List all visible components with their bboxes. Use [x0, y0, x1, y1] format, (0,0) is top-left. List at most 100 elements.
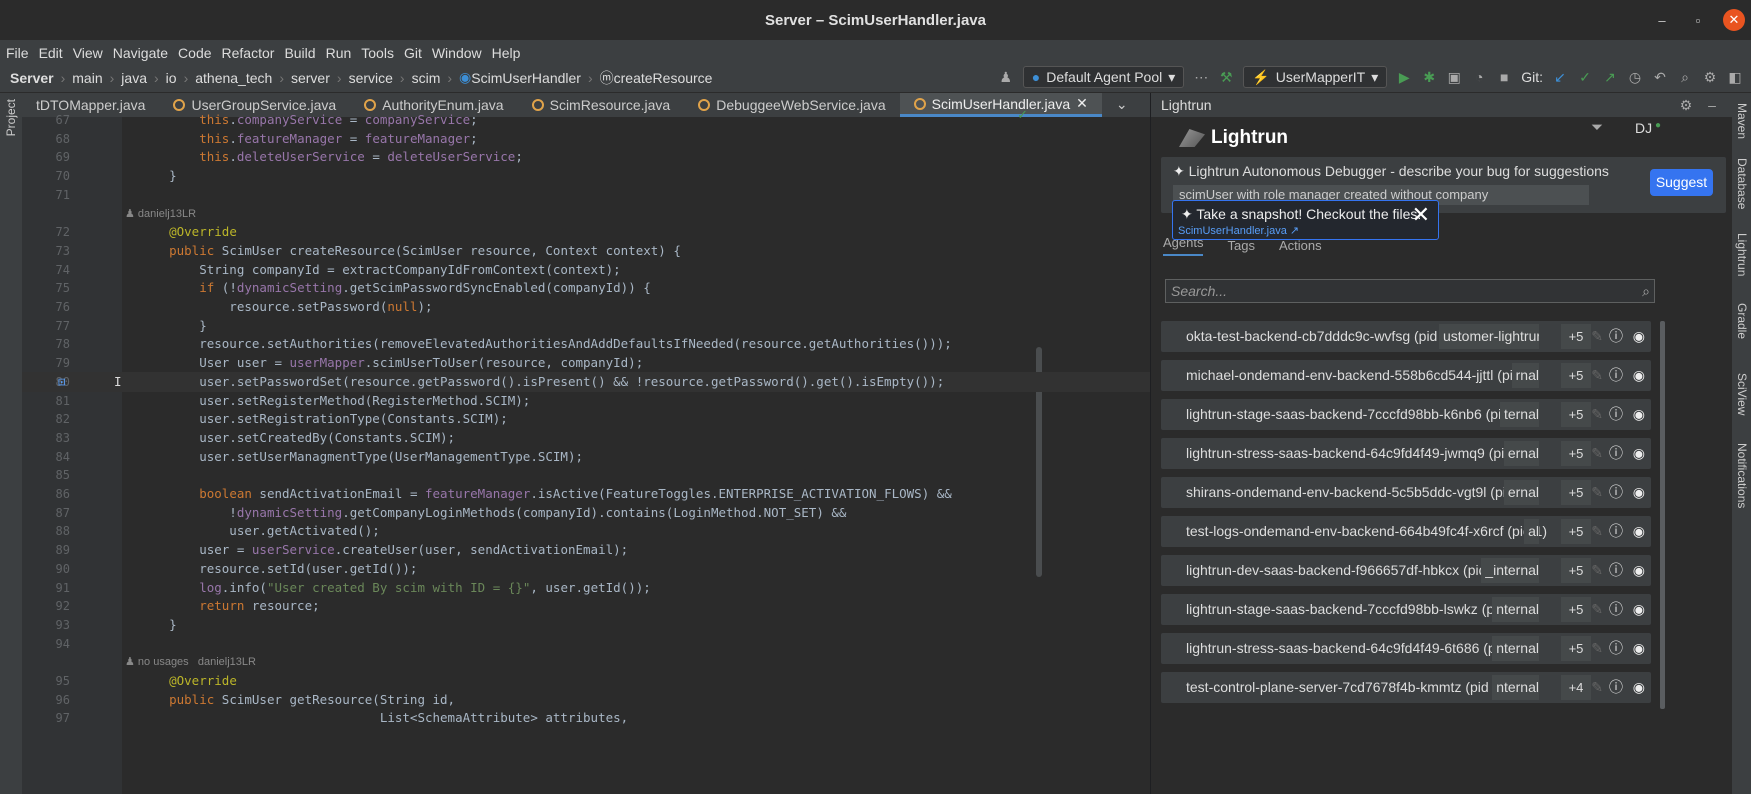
- code-line[interactable]: 91 log.info("User created By scim with I…: [22, 578, 1150, 598]
- breadcrumb-item[interactable]: server: [291, 70, 330, 86]
- code-line[interactable]: 95 @Override: [22, 671, 1150, 691]
- breadcrumb-item[interactable]: java: [121, 70, 147, 86]
- close-button[interactable]: ✕: [1723, 9, 1745, 31]
- code-line[interactable]: 93 }: [22, 615, 1150, 635]
- info-icon[interactable]: ⓘ: [1609, 594, 1623, 625]
- eye-icon[interactable]: ◉: [1633, 516, 1645, 547]
- code-line[interactable]: 90 resource.setId(user.getId());: [22, 559, 1150, 579]
- user-avatar[interactable]: DJ: [1635, 120, 1652, 136]
- agent-tag-count[interactable]: +5: [1561, 480, 1591, 505]
- tool-window-notifications[interactable]: Notifications: [1735, 443, 1749, 508]
- menu-item-code[interactable]: Code: [178, 45, 211, 61]
- agent-row[interactable]: lightrun-stress-saas-backend-64c9fd4f49-…: [1161, 633, 1651, 664]
- inspection-ok-icon[interactable]: ✓: [1017, 107, 1028, 123]
- info-icon[interactable]: ⓘ: [1609, 633, 1623, 664]
- search-icon[interactable]: ⌕: [1677, 69, 1693, 86]
- edit-icon[interactable]: ✎: [1591, 672, 1603, 703]
- info-icon[interactable]: ⓘ: [1609, 516, 1623, 547]
- menu-item-build[interactable]: Build: [284, 45, 315, 61]
- agent-search-input[interactable]: Search... ⌕: [1165, 279, 1655, 303]
- tool-window-lightrun[interactable]: Lightrun: [1735, 233, 1749, 276]
- filter-icon[interactable]: ⏷: [1591, 119, 1603, 136]
- code-line[interactable]: 82 user.setRegistrationType(Constants.SC…: [22, 409, 1150, 429]
- edit-icon[interactable]: ✎: [1591, 438, 1603, 469]
- lightrun-icon[interactable]: ◧: [1727, 69, 1743, 86]
- agent-row[interactable]: test-control-plane-server-7cd7678f4b-kmm…: [1161, 672, 1651, 703]
- eye-icon[interactable]: ◉: [1633, 438, 1645, 469]
- debug-icon[interactable]: ✱: [1421, 69, 1437, 86]
- tool-window-database[interactable]: Database: [1735, 158, 1749, 209]
- menu-item-window[interactable]: Window: [432, 45, 482, 61]
- menu-item-navigate[interactable]: Navigate: [113, 45, 168, 61]
- run-config-select[interactable]: ⚡ UserMapperIT ▾: [1243, 66, 1388, 88]
- agent-tag-count[interactable]: +5: [1561, 402, 1591, 427]
- lightrun-gutter-icon[interactable]: ⊡: [58, 372, 66, 392]
- edit-icon[interactable]: ✎: [1591, 321, 1603, 352]
- tooltip-file-link[interactable]: ScimUserHandler.java ↗: [1178, 224, 1299, 237]
- eye-icon[interactable]: ◉: [1633, 360, 1645, 391]
- agent-tag-count[interactable]: +5: [1561, 597, 1591, 622]
- agent-tag-count[interactable]: +5: [1561, 519, 1591, 544]
- breadcrumb-item[interactable]: Server: [10, 70, 54, 86]
- code-line[interactable]: 89 user = userService.createUser(user, s…: [22, 540, 1150, 560]
- breadcrumb-item[interactable]: main: [72, 70, 102, 86]
- info-icon[interactable]: ⓘ: [1609, 360, 1623, 391]
- gear-icon[interactable]: ⚙: [1702, 69, 1718, 86]
- code-line[interactable]: 79 User user = userMapper.scimUserToUser…: [22, 353, 1150, 373]
- edit-icon[interactable]: ✎: [1591, 477, 1603, 508]
- agent-row[interactable]: lightrun-stress-saas-backend-64c9fd4f49-…: [1161, 438, 1651, 469]
- code-line[interactable]: 87 !dynamicSetting.getCompanyLoginMethod…: [22, 503, 1150, 523]
- more-icon[interactable]: ⋯: [1193, 69, 1209, 86]
- edit-icon[interactable]: ✎: [1591, 594, 1603, 625]
- minimize-button[interactable]: –: [1651, 13, 1673, 28]
- suggest-button[interactable]: Suggest: [1650, 169, 1713, 196]
- edit-icon[interactable]: ✎: [1591, 633, 1603, 664]
- info-icon[interactable]: ⓘ: [1609, 672, 1623, 703]
- info-icon[interactable]: ⓘ: [1609, 477, 1623, 508]
- code-line[interactable]: ♟ danielj13LR: [22, 204, 1150, 224]
- agent-tag-count[interactable]: +5: [1561, 441, 1591, 466]
- hammer-icon[interactable]: ⚒: [1218, 69, 1234, 86]
- tool-window-maven[interactable]: Maven: [1735, 103, 1749, 139]
- agent-tag-count[interactable]: +5: [1561, 363, 1591, 388]
- git-commit-icon[interactable]: ✓: [1577, 69, 1593, 86]
- code-line[interactable]: 84 user.setUserManagmentType(UserManagem…: [22, 447, 1150, 467]
- maximize-button[interactable]: ▫: [1687, 13, 1709, 28]
- info-icon[interactable]: ⓘ: [1609, 399, 1623, 430]
- info-icon[interactable]: ⓘ: [1609, 321, 1623, 352]
- agent-list-scrollbar[interactable]: [1660, 321, 1665, 709]
- eye-icon[interactable]: ◉: [1633, 399, 1645, 430]
- agent-row[interactable]: lightrun-stage-saas-backend-7cccfd98bb-l…: [1161, 594, 1651, 625]
- minimize-icon[interactable]: –: [1704, 97, 1720, 113]
- eye-icon[interactable]: ◉: [1633, 672, 1645, 703]
- edit-icon[interactable]: ✎: [1591, 360, 1603, 391]
- code-line[interactable]: 97 List<SchemaAttribute> attributes,: [22, 708, 1150, 728]
- code-line[interactable]: 74 String companyId = extractCompanyIdFr…: [22, 260, 1150, 280]
- close-icon[interactable]: ✕: [1412, 202, 1430, 228]
- breadcrumb-item[interactable]: scim: [412, 70, 441, 86]
- agent-pool-select[interactable]: ● Default Agent Pool ▾: [1022, 66, 1185, 88]
- project-tool-button[interactable]: Project: [4, 99, 18, 136]
- eye-icon[interactable]: ◉: [1633, 594, 1645, 625]
- code-line[interactable]: 78 resource.setAuthorities(removeElevate…: [22, 334, 1150, 354]
- rollback-icon[interactable]: ↶: [1652, 69, 1668, 86]
- user-icon[interactable]: ♟: [998, 69, 1014, 86]
- git-update-icon[interactable]: ↙: [1552, 69, 1568, 86]
- agent-row[interactable]: michael-ondemand-env-backend-558b6cd544-…: [1161, 360, 1651, 391]
- code-line[interactable]: 67 this.companyService = companyService;: [22, 110, 1150, 130]
- code-line[interactable]: 92 return resource;: [22, 596, 1150, 616]
- menu-item-run[interactable]: Run: [326, 45, 352, 61]
- code-line[interactable]: 80 ⊡ I user.setPasswordSet(resource.getPas…: [22, 371, 1150, 392]
- code-line[interactable]: 75 if (!dynamicSetting.getScimPasswordSy…: [22, 278, 1150, 298]
- code-line[interactable]: 94: [22, 634, 1150, 654]
- git-push-icon[interactable]: ↗: [1602, 69, 1618, 86]
- menu-item-view[interactable]: View: [73, 45, 103, 61]
- code-line[interactable]: 86 boolean sendActivationEmail = feature…: [22, 484, 1150, 504]
- code-line[interactable]: 71: [22, 185, 1150, 205]
- code-editor[interactable]: 67 this.companyService = companyService;…: [22, 107, 1150, 794]
- agent-tag-count[interactable]: +4: [1561, 675, 1591, 700]
- code-line[interactable]: 73 public ScimUser createResource(ScimUs…: [22, 241, 1150, 261]
- code-line[interactable]: ♟ no usages danielj13LR: [22, 652, 1150, 672]
- breadcrumb-item[interactable]: service: [349, 70, 393, 86]
- info-icon[interactable]: ⓘ: [1609, 555, 1623, 586]
